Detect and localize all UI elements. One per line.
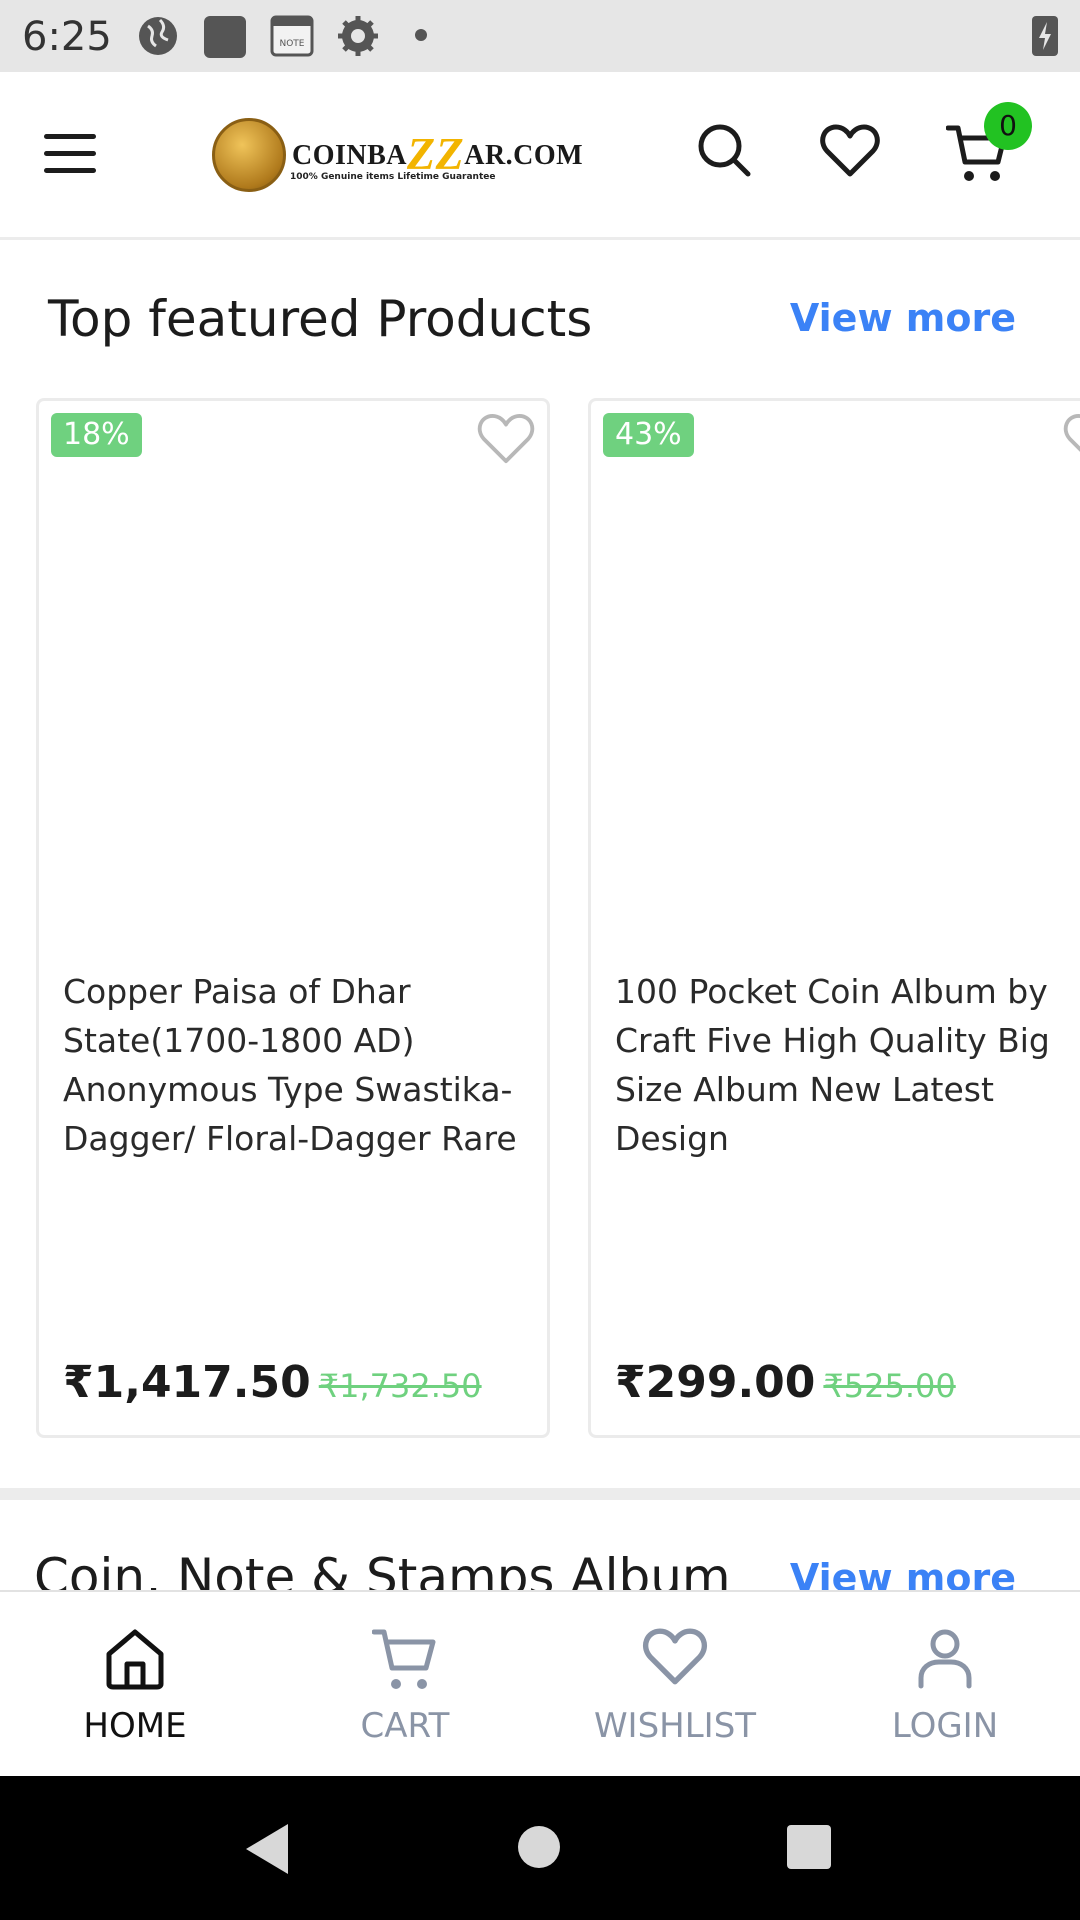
heart-icon[interactable] (1063, 413, 1080, 465)
product-card[interactable]: 18% Copper Paisa of Dhar State(1700-1800… (36, 398, 550, 1438)
product-price: ₹1,417.50 ₹1,732.50 (63, 1357, 482, 1408)
back-icon[interactable] (242, 1822, 292, 1876)
logo-tagline: 100% Genuine items Lifetime Guarantee (290, 172, 496, 182)
app-header: COINBAZZAR.COM 100% Genuine items Lifeti… (0, 72, 1080, 240)
nav-item-wishlist[interactable]: WISHLIST (540, 1592, 810, 1778)
cart-icon (372, 1629, 436, 1689)
current-price: ₹1,417.50 (63, 1357, 311, 1408)
bottom-navigation: HOME CART WISHLIST LOGIN (0, 1590, 1080, 1776)
view-more-featured-link[interactable]: View more (790, 296, 1016, 340)
product-title[interactable]: 100 Pocket Coin Album by Craft Five High… (615, 967, 1080, 1163)
note-icon: NOTE (270, 15, 314, 57)
section-divider (0, 1488, 1080, 1500)
product-image[interactable] (591, 471, 1080, 931)
product-image[interactable] (39, 471, 547, 931)
nav-label: CART (360, 1706, 450, 1746)
note-icon-label: NOTE (279, 39, 304, 49)
section-title-featured: Top featured Products (48, 290, 593, 348)
nav-item-cart[interactable]: CART (270, 1592, 540, 1778)
globe-icon (139, 17, 177, 55)
search-icon[interactable] (696, 122, 752, 178)
current-price: ₹299.00 (615, 1357, 816, 1408)
recents-icon[interactable] (786, 1824, 832, 1870)
product-title[interactable]: Copper Paisa of Dhar State(1700-1800 AD)… (63, 967, 533, 1163)
nav-item-home[interactable]: HOME (0, 1592, 270, 1778)
home-icon (106, 1629, 164, 1690)
status-bar: 6:25 NOTE (0, 0, 1080, 72)
logo[interactable]: COINBAZZAR.COM 100% Genuine items Lifeti… (212, 114, 583, 194)
home-button-icon[interactable] (516, 1824, 562, 1870)
menu-button[interactable] (44, 134, 96, 174)
dot-icon (415, 29, 427, 41)
original-price: ₹525.00 (823, 1367, 956, 1405)
nav-label: HOME (83, 1706, 187, 1746)
discount-badge: 43% (603, 413, 694, 457)
nav-label: LOGIN (891, 1706, 999, 1746)
heart-icon (643, 1628, 707, 1685)
nav-item-login[interactable]: LOGIN (810, 1592, 1080, 1778)
discount-badge: 18% (51, 413, 142, 457)
battery-icon (1032, 16, 1058, 56)
user-icon (918, 1629, 972, 1689)
heart-icon[interactable] (477, 413, 535, 465)
original-price: ₹1,732.50 (318, 1367, 482, 1405)
logo-wordmark: COINBAZZAR.COM (292, 128, 584, 179)
wishlist-heart-icon[interactable] (820, 124, 880, 178)
status-time: 6:25 (22, 14, 112, 60)
square-icon (204, 16, 246, 58)
logo-coin-icon (212, 118, 286, 192)
system-navigation-bar (0, 1776, 1080, 1920)
gear-icon (338, 16, 378, 56)
cart-count-badge: 0 (984, 102, 1032, 150)
nav-label: WISHLIST (593, 1706, 757, 1746)
product-card[interactable]: 43% 100 Pocket Coin Album by Craft Five … (588, 398, 1080, 1438)
product-price: ₹299.00 ₹525.00 (615, 1357, 956, 1408)
